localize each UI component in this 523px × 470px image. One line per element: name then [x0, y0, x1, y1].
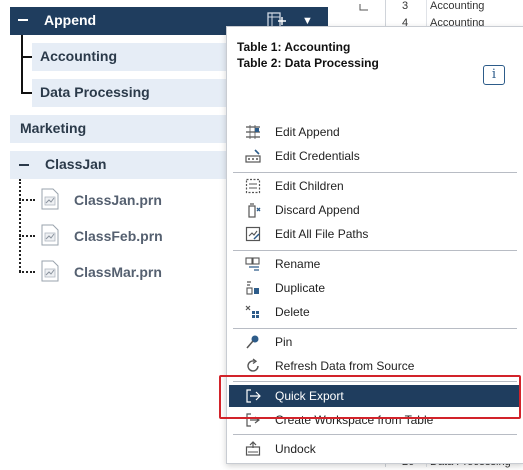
tree-item-data-processing[interactable]: Data Processing [32, 79, 232, 107]
menu-separator [233, 328, 517, 329]
tree-connector [19, 179, 21, 272]
menu-item-rename[interactable]: Rename [227, 253, 523, 275]
file-name: ClassMar.prn [74, 264, 162, 280]
menu-separator [233, 250, 517, 251]
menu-item-edit-credentials[interactable]: Edit Credentials [227, 145, 523, 167]
tree-item-label: Data Processing [40, 84, 150, 100]
tree-item-accounting[interactable]: Accounting [32, 43, 232, 71]
menu-item-undock[interactable]: Undock [227, 438, 523, 460]
marketing-group-header[interactable]: Marketing [10, 115, 228, 143]
table-row[interactable]: 3 Accounting [386, 0, 523, 14]
edit-children-icon [245, 178, 261, 194]
file-item-classjan[interactable]: ClassJan.prn [40, 188, 230, 212]
tree-connector [19, 235, 35, 237]
undock-icon [245, 441, 261, 457]
menu-item-edit-children[interactable]: Edit Children [227, 175, 523, 197]
menu-item-pin[interactable]: Pin [227, 331, 523, 353]
menu-separator [233, 434, 517, 435]
menu-item-label: Delete [275, 305, 310, 319]
menu-item-label: Edit Append [275, 125, 340, 139]
menu-item-label: Discard Append [275, 203, 360, 217]
edit-append-icon [245, 124, 261, 140]
menu-item-duplicate[interactable]: Duplicate [227, 277, 523, 299]
classjan-group-label: ClassJan [45, 156, 107, 172]
tree-item-label: Accounting [40, 48, 117, 64]
menu-item-label: Refresh Data from Source [275, 359, 415, 373]
menu-item-label: Duplicate [275, 281, 326, 295]
tree-connector [19, 271, 35, 273]
file-name: ClassJan.prn [74, 192, 162, 208]
file-item-classfeb[interactable]: ClassFeb.prn [40, 224, 230, 248]
collapse-icon[interactable] [19, 164, 29, 166]
menu-item-refresh[interactable]: Refresh Data from Source [227, 355, 523, 377]
file-chart-icon [40, 224, 60, 249]
tree-connector [21, 56, 32, 58]
menu-separator [233, 172, 517, 173]
pin-icon [245, 334, 261, 350]
info-icon[interactable]: i [483, 65, 505, 85]
duplicate-icon [245, 280, 261, 296]
tree-connector [21, 35, 23, 93]
append-group-label: Append [44, 12, 97, 28]
menu-item-edit-append[interactable]: Edit Append [227, 121, 523, 143]
menu-item-label: Undock [275, 442, 316, 456]
tree-connector [21, 92, 32, 94]
collapse-icon[interactable] [18, 19, 28, 21]
edit-credentials-icon [245, 148, 261, 164]
discard-append-icon [245, 202, 261, 218]
refresh-icon [245, 358, 261, 374]
file-name: ClassFeb.prn [74, 228, 163, 244]
tree-connector [19, 199, 35, 201]
row-value: Accounting [430, 0, 485, 12]
marketing-group-label: Marketing [20, 120, 87, 136]
menu-item-edit-all-file-paths[interactable]: Edit All File Paths [227, 223, 523, 245]
menu-item-label: Edit All File Paths [275, 227, 369, 241]
menu-item-label: Pin [275, 335, 293, 349]
file-chart-icon [40, 188, 60, 213]
menu-item-delete[interactable]: Delete [227, 301, 523, 323]
menu-item-label: Edit Credentials [275, 149, 360, 163]
menu-item-discard-append[interactable]: Discard Append [227, 199, 523, 221]
rename-icon [245, 256, 261, 272]
edit-file-paths-icon [245, 226, 261, 242]
delete-icon [245, 304, 261, 320]
highlight-annotation [219, 375, 521, 419]
classjan-group-header[interactable]: ClassJan [10, 151, 228, 179]
menu-header-table2: Table 2: Data Processing [237, 56, 379, 70]
file-chart-icon [40, 260, 60, 285]
file-item-classmar[interactable]: ClassMar.prn [40, 260, 230, 284]
row-number: 3 [402, 0, 409, 12]
menu-header-table1: Table 1: Accounting [237, 40, 351, 54]
menu-item-label: Edit Children [275, 179, 344, 193]
scroll-bracket-icon [359, 0, 369, 11]
menu-item-label: Rename [275, 257, 321, 271]
